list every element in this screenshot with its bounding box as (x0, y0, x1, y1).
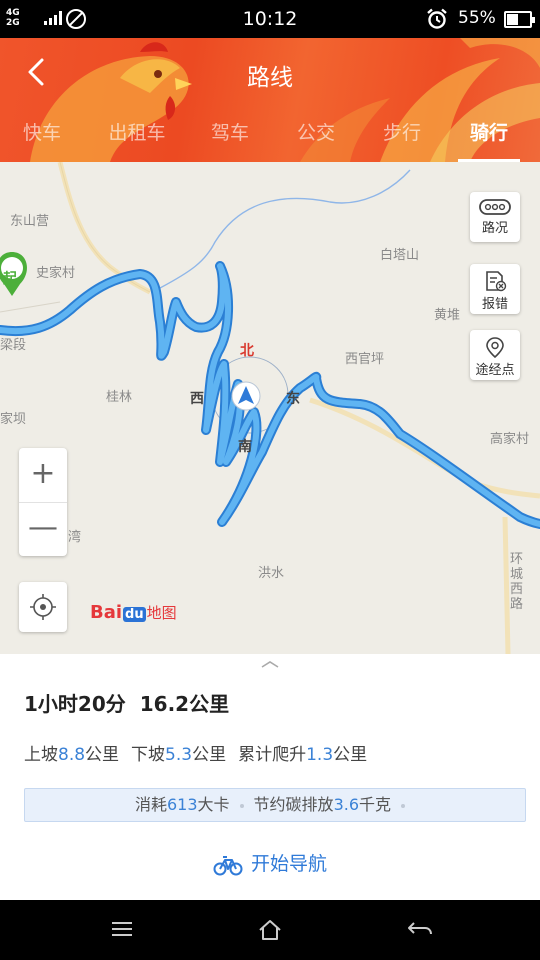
route-duration: 1小时20分 (24, 692, 126, 716)
compass-north: 北 (240, 343, 254, 359)
crosshair-icon (30, 594, 56, 620)
logo-zh: 地图 (146, 604, 177, 622)
system-nav-bar (0, 900, 540, 960)
waypoint-icon (486, 337, 504, 358)
locate-button[interactable] (19, 582, 67, 632)
carbon-unit: 千克 (359, 795, 392, 814)
tab-label: 骑行 (469, 122, 508, 144)
climb-value: 1.3 (306, 745, 334, 765)
map-label: 洪水 (258, 566, 285, 581)
route-summary: 1小时20分 16.2公里 (24, 688, 243, 717)
battery-icon (504, 11, 535, 28)
logo-du: du (123, 607, 146, 622)
waypoint-label: 途经点 (475, 363, 515, 378)
logo-bai: Bai (90, 602, 123, 623)
bicycle-icon (213, 855, 243, 875)
zoom-control: + — (19, 448, 67, 556)
zoom-in-button[interactable]: + (19, 448, 67, 502)
location-arrow-icon (231, 381, 261, 411)
tab-4[interactable]: 步行 (380, 118, 424, 162)
calories-value: 613 (166, 795, 198, 814)
traffic-button[interactable]: 路况 (470, 192, 520, 242)
tab-label: 公交 (296, 122, 335, 144)
start-navigation-button[interactable]: 开始导航 (0, 846, 540, 882)
uphill-label: 上坡 (24, 745, 58, 765)
map-label: 西官坪 (345, 352, 385, 367)
map-label: 黄堆 (434, 308, 461, 323)
calories-label: 消耗 (134, 795, 167, 814)
traffic-icon (479, 199, 511, 215)
start-navigation-label: 开始导航 (250, 853, 327, 875)
tab-5[interactable]: 骑行 (458, 118, 520, 162)
route-distance: 16.2公里 (139, 692, 230, 716)
compass-south: 南 (238, 439, 252, 455)
report-error-label: 报错 (481, 297, 508, 312)
zoom-out-button[interactable]: — (19, 502, 67, 557)
carbon-label: 节约碳排放 (253, 795, 334, 814)
tab-label: 出租车 (108, 122, 166, 144)
alarm-icon (427, 8, 447, 29)
home-icon[interactable] (257, 918, 283, 942)
battery-percent: 55% (458, 8, 496, 28)
tab-label: 步行 (382, 122, 421, 144)
status-bar: 4G 2G 10:12 55% (0, 0, 540, 38)
downhill-value: 5.3 (165, 745, 193, 765)
tab-label: 快车 (22, 122, 61, 144)
uphill-value: 8.8 (58, 745, 86, 765)
compass-east: 东 (286, 391, 300, 407)
elevation-stats: 上坡8.8公里 下坡5.3公里 累计爬升1.3公里 (24, 740, 367, 765)
compass-west: 西 (190, 391, 204, 407)
map-label: 史家村 (36, 266, 76, 281)
map-label: 家坝 (0, 412, 27, 427)
climb-unit: 公里 (333, 745, 368, 765)
map-label: 白塔山 (380, 248, 420, 263)
downhill-unit: 公里 (192, 745, 227, 765)
map-label: 环城西路 (510, 552, 524, 612)
start-marker-label: 起 (3, 271, 17, 287)
baidu-map-logo: Bai du 地图 (90, 602, 177, 623)
downhill-label: 下坡 (131, 745, 166, 765)
waypoint-button[interactable]: 途经点 (470, 330, 520, 380)
menu-icon[interactable] (110, 918, 134, 940)
calories-unit: 大卡 (197, 795, 230, 814)
page-title: 路线 (247, 65, 293, 91)
map-label: 东山营 (10, 214, 50, 229)
map-label: 高家村 (490, 432, 530, 447)
route-info-panel: 1小时20分 16.2公里 上坡8.8公里 下坡5.3公里 累计爬升1.3公里 消耗6… (0, 654, 540, 900)
traffic-button-label: 路况 (481, 221, 508, 236)
eco-stats-bar: 消耗613大卡 节约碳排放3.6千克 (24, 788, 526, 822)
carbon-value: 3.6 (333, 795, 360, 814)
report-error-button[interactable]: 报错 (470, 264, 520, 314)
tab-0[interactable]: 快车 (20, 118, 64, 162)
map-view[interactable]: 东山营 史家村 白塔山 黄堆 西官坪 桂林 家坝 高家村 洪水 湾 梁段 环城西… (0, 162, 540, 654)
chevron-up-icon[interactable] (258, 658, 282, 670)
map-label: 梁段 (0, 338, 27, 353)
route-header: 路线 快车 出租车 驾车 公交 步行 骑行 (0, 38, 540, 162)
report-error-icon (486, 271, 507, 292)
map-label: 湾 (68, 530, 82, 545)
transport-mode-tabs: 快车 出租车 驾车 公交 步行 骑行 (0, 118, 540, 162)
tab-2[interactable]: 驾车 (208, 118, 252, 162)
map-label: 桂林 (106, 390, 133, 405)
tab-3[interactable]: 公交 (294, 118, 338, 162)
climb-label: 累计爬升 (238, 745, 307, 765)
tab-1[interactable]: 出租车 (104, 118, 170, 162)
back-nav-icon[interactable] (406, 918, 434, 940)
tab-label: 驾车 (210, 122, 249, 144)
uphill-unit: 公里 (85, 745, 120, 765)
